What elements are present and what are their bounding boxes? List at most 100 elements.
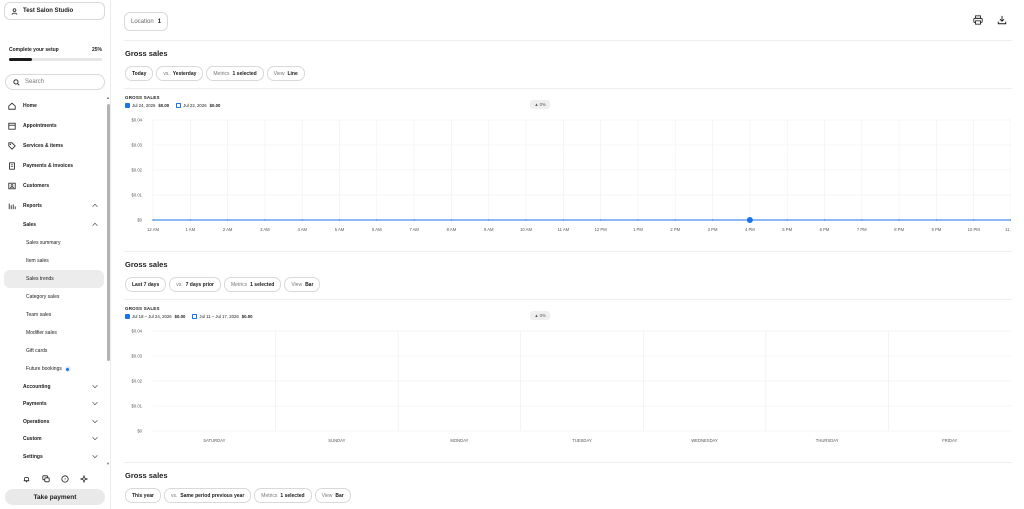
sidebar-item-modifier-sales[interactable]: Modifier sales	[0, 324, 104, 342]
date-range-filter[interactable]: Today	[125, 66, 154, 81]
location-filter[interactable]: Location 1	[124, 12, 168, 31]
sidebar-item-services[interactable]: Services & items	[0, 137, 104, 155]
date-range-filter[interactable]: Last 7 days	[125, 277, 167, 292]
metrics-filter[interactable]: Metrics 1 selected	[224, 277, 282, 292]
sidebar-item-operations[interactable]: Operations	[0, 413, 104, 431]
section-divider	[124, 462, 1012, 463]
view-filter[interactable]: View Bar	[314, 488, 351, 503]
data-point[interactable]	[898, 219, 900, 221]
sidebar-item-label: Modifier sales	[26, 330, 57, 336]
data-point[interactable]	[935, 219, 938, 221]
legend-label: Jul 11 – Jul 17, 2026	[199, 314, 239, 319]
sidebar-item-appointments[interactable]: Appointments	[0, 117, 104, 135]
scroll-up-arrow-icon[interactable]: ▲	[106, 96, 110, 100]
setup-progress-label[interactable]: Complete your setup 25%	[9, 47, 102, 53]
sidebar-item-team-sales[interactable]: Team sales	[0, 306, 104, 324]
metrics-filter[interactable]: Metrics 1 selected	[206, 66, 264, 81]
data-point[interactable]	[264, 219, 266, 221]
download-icon[interactable]	[997, 15, 1007, 25]
data-point[interactable]	[786, 219, 788, 221]
sidebar-item-custom[interactable]: Custom	[0, 430, 104, 448]
location-count: 1	[157, 18, 162, 25]
business-switcher[interactable]: Test Salon Studio	[4, 2, 105, 20]
data-point[interactable]	[972, 219, 975, 221]
data-point[interactable]	[599, 219, 602, 221]
main-content: Location 1 Gross sales Today vs. Yesterda…	[111, 0, 1024, 509]
comparison-filter[interactable]: vs. 7 days prior	[169, 277, 221, 292]
bar-chart-plot[interactable]: $0 $0.01 $0.02 $0.03 $0.04 SATURDAY SUNDAY MOND…	[125, 323, 1011, 465]
view-filter[interactable]: View Line	[266, 66, 305, 81]
x-tick-label: 10 AM	[520, 227, 532, 232]
filter-value: Yesterday	[172, 70, 197, 77]
sidebar-item-label: Sales trends	[26, 276, 54, 282]
sidebar-item-payments-invoices[interactable]: Payments & invoices	[0, 157, 104, 175]
sidebar-scrollbar[interactable]: ▲ ▼	[106, 96, 110, 468]
highlighted-data-point[interactable]	[746, 217, 753, 223]
filter-prefix: Metrics	[213, 70, 230, 77]
sidebar-item-sales-trends[interactable]: Sales trends	[4, 270, 104, 288]
data-point[interactable]	[711, 219, 714, 221]
data-point[interactable]	[562, 219, 565, 221]
sidebar-item-sales-summary[interactable]: Sales summary	[0, 234, 104, 252]
sidebar-item-label: Payments & invoices	[23, 163, 74, 169]
search-input[interactable]: Search	[5, 74, 105, 90]
line-chart-plot[interactable]: $0 $0.01 $0.02 $0.03 $0.04 12 AM 1 AM 2 AM 3 AM 4…	[125, 112, 1011, 254]
x-tick-label: 9 PM	[932, 227, 942, 232]
view-filter[interactable]: View Bar	[284, 277, 321, 292]
messages-icon[interactable]	[36, 475, 55, 483]
sidebar-item-home[interactable]: Home	[0, 97, 104, 115]
data-point[interactable]	[488, 219, 490, 221]
comparison-filter[interactable]: vs. Same period previous year	[163, 488, 252, 503]
data-point[interactable]	[152, 219, 154, 221]
help-icon[interactable]: ?	[55, 475, 74, 483]
filter-value: Same period previous year	[180, 492, 245, 499]
bar-chart-icon	[7, 202, 17, 210]
data-point[interactable]	[637, 219, 639, 221]
sidebar-item-reports[interactable]: Reports	[0, 197, 104, 215]
sidebar-item-payments[interactable]: Payments	[0, 395, 104, 413]
sidebar-item-settings[interactable]: Settings	[0, 448, 104, 466]
chart-legend: Jul 24, 2026 $0.00 Jul 23, 2026 $0.00	[125, 103, 1011, 108]
sparkle-icon[interactable]	[74, 475, 93, 483]
data-point[interactable]	[338, 219, 341, 221]
sidebar-item-future-bookings[interactable]: Future bookings	[0, 360, 104, 378]
filter-value: Last 7 days	[132, 281, 160, 288]
data-point[interactable]	[301, 219, 303, 221]
data-point[interactable]	[861, 219, 863, 221]
scroll-down-arrow-icon[interactable]: ▼	[106, 462, 110, 466]
x-tick-label: FRIDAY	[942, 438, 957, 443]
data-point[interactable]	[376, 219, 378, 221]
print-icon[interactable]	[973, 15, 983, 25]
legend-value: $0.00	[174, 314, 186, 319]
data-point[interactable]	[525, 219, 527, 221]
scrollbar-thumb[interactable]	[107, 104, 110, 361]
x-tick-label: 5 AM	[335, 227, 345, 232]
sidebar-item-label: Reports	[23, 203, 42, 209]
data-point[interactable]	[450, 219, 453, 221]
filter-prefix: Metrics	[261, 492, 278, 499]
sidebar-item-category-sales[interactable]: Category sales	[0, 288, 104, 306]
sidebar-item-gift-cards[interactable]: Gift cards	[0, 342, 104, 360]
comparison-filter[interactable]: vs. Yesterday	[156, 66, 204, 81]
sidebar-item-label: Appointments	[23, 123, 57, 129]
x-tick-label: 7 AM	[409, 227, 419, 232]
section-title: Gross sales	[125, 260, 168, 269]
filter-prefix: Metrics	[231, 281, 248, 288]
chevron-down-icon	[92, 420, 98, 424]
legend-swatch-current	[125, 314, 130, 319]
sidebar-item-sales[interactable]: Sales	[0, 216, 104, 234]
bell-icon[interactable]	[17, 475, 36, 483]
data-point[interactable]	[413, 219, 415, 221]
date-range-filter[interactable]: This year	[125, 488, 161, 503]
data-point[interactable]	[226, 219, 229, 221]
data-point[interactable]	[189, 219, 192, 221]
chart-title: GROSS SALES	[125, 95, 160, 100]
data-point[interactable]	[674, 219, 676, 221]
take-payment-button[interactable]: Take payment	[5, 489, 105, 505]
header-divider	[124, 40, 1012, 41]
sidebar-item-customers[interactable]: Customers	[0, 177, 104, 195]
sidebar-item-item-sales[interactable]: Item sales	[0, 252, 104, 270]
sidebar-item-accounting[interactable]: Accounting	[0, 378, 104, 396]
data-point[interactable]	[823, 219, 826, 221]
metrics-filter[interactable]: Metrics 1 selected	[254, 488, 312, 503]
